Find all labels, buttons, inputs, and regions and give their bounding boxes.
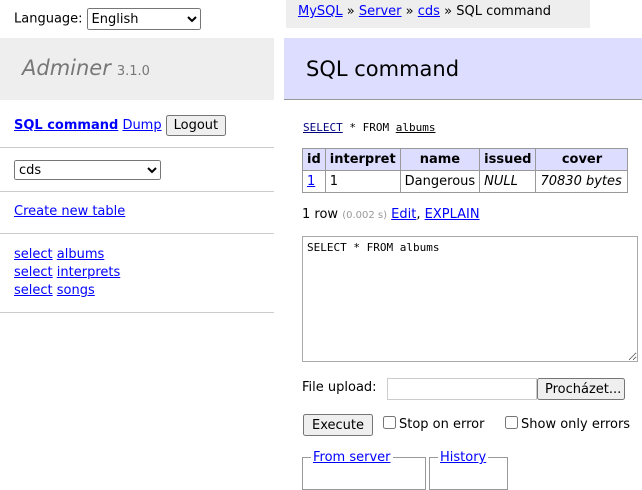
dump-link[interactable]: Dump [122, 118, 161, 133]
logout-button[interactable]: Logout [165, 115, 227, 136]
logo[interactable]: Adminer 3.1.0 [22, 56, 150, 80]
crumb-current: SQL command [456, 4, 551, 19]
crumb-mysql[interactable]: MySQL [298, 4, 343, 19]
language-select[interactable]: English [86, 8, 201, 30]
table-list: select albums select interprets select s… [14, 246, 120, 300]
table-item: select interprets [14, 264, 120, 282]
table-row: 1 1 Dangerous NULL 70830 bytes [302, 170, 629, 193]
table-link[interactable]: songs [57, 283, 95, 298]
results-table: id interpret name issued cover 1 1 Dangerous NU… [302, 148, 629, 193]
result-info: 1 row (0.002 s) Edit, EXPLAIN [302, 207, 480, 222]
row-edit-link[interactable]: 1 [307, 174, 315, 189]
breadcrumb: MySQL » Server » cds » SQL command [286, 0, 590, 28]
table-item: select songs [14, 282, 120, 300]
version: 3.1.0 [116, 64, 150, 79]
crumb-server[interactable]: Server [359, 4, 402, 19]
from-server-fieldset: From server [302, 450, 426, 490]
history-link[interactable]: History [440, 450, 486, 465]
database-select[interactable]: cds [14, 160, 161, 180]
language-label: Language: [14, 11, 83, 27]
stop-on-error-checkbox[interactable]: Stop on error [383, 416, 484, 432]
history-fieldset: History [429, 450, 508, 490]
sql-textarea[interactable]: SELECT * FROM albums [302, 236, 638, 362]
show-only-errors-checkbox[interactable]: Show only errors [505, 416, 630, 432]
from-server-link[interactable]: From server [313, 450, 391, 465]
edit-link[interactable]: Edit [391, 207, 416, 222]
select-link[interactable]: select [14, 265, 53, 280]
table-item: select albums [14, 246, 120, 264]
select-link[interactable]: select [14, 247, 53, 262]
browse-button[interactable]: Procházet... [537, 378, 625, 400]
explain-link[interactable]: EXPLAIN [425, 207, 480, 222]
language-selector: Language: English [14, 8, 201, 30]
create-table-link[interactable]: Create new table [14, 204, 125, 219]
file-input[interactable] [387, 378, 537, 400]
file-upload-label: File upload: [302, 380, 377, 395]
table-link[interactable]: interprets [57, 265, 120, 280]
executed-query: SELECT * FROM albums [303, 121, 436, 134]
execute-button[interactable]: Execute [303, 414, 373, 436]
sql-command-link[interactable]: SQL command [14, 118, 118, 133]
page-title: SQL command [306, 57, 460, 81]
table-link[interactable]: albums [57, 247, 105, 262]
select-link[interactable]: select [14, 283, 53, 298]
crumb-db[interactable]: cds [418, 4, 440, 19]
sidebar-commands: SQL command Dump Logout [14, 115, 227, 136]
